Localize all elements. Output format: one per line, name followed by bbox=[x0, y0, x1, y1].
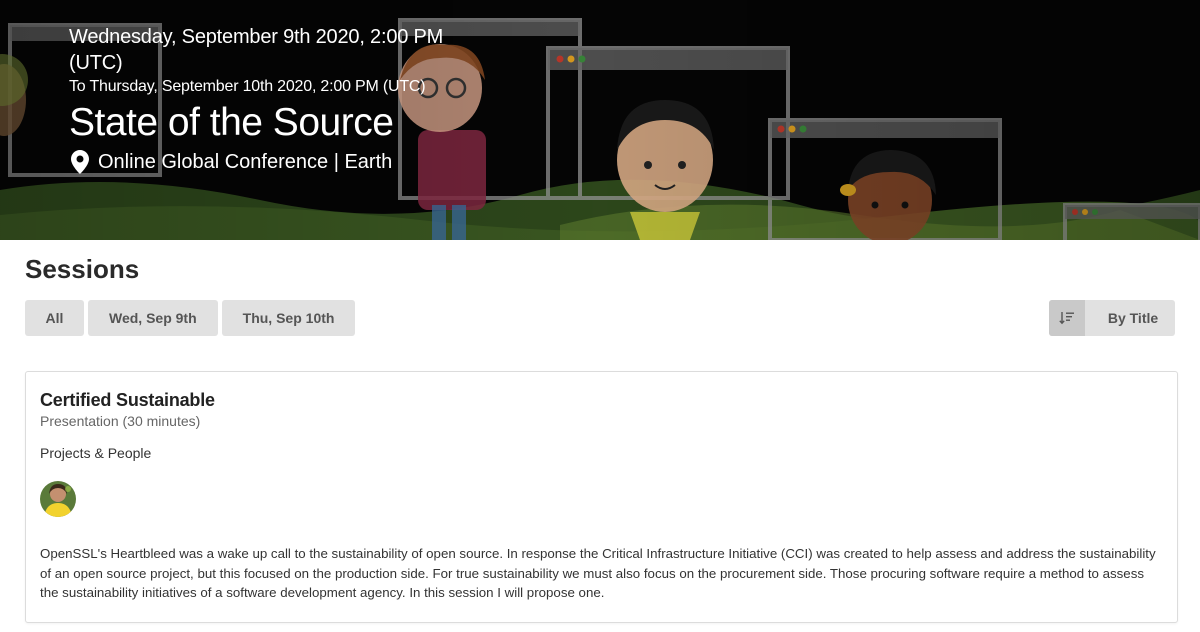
map-pin-icon bbox=[71, 150, 89, 174]
sort-by-title-button[interactable]: By Title bbox=[1049, 300, 1175, 336]
session-title[interactable]: Certified Sustainable bbox=[40, 390, 215, 411]
speaker-photo bbox=[40, 481, 76, 517]
session-track: Projects & People bbox=[40, 445, 152, 461]
filter-thu-sep-10-button[interactable]: Thu, Sep 10th bbox=[221, 300, 356, 336]
session-type: Presentation (30 minutes) bbox=[40, 413, 201, 429]
day-filter-group: All Wed, Sep 9th Thu, Sep 10th bbox=[25, 300, 356, 336]
sort-icon bbox=[1059, 312, 1074, 325]
speaker-avatar[interactable] bbox=[40, 481, 76, 517]
sort-label: By Title bbox=[1107, 310, 1159, 326]
event-banner: Wednesday, September 9th 2020, 2:00 PM (… bbox=[0, 0, 1200, 240]
event-title: State of the Source bbox=[69, 101, 394, 144]
event-end-date: To Thursday, September 10th 2020, 2:00 P… bbox=[69, 78, 426, 95]
session-card[interactable]: Certified Sustainable Presentation (30 m… bbox=[25, 371, 1178, 623]
event-location-text: Online Global Conference | Earth bbox=[98, 151, 393, 173]
sort-icon-container bbox=[1049, 300, 1085, 336]
event-info: Wednesday, September 9th 2020, 2:00 PM (… bbox=[69, 24, 489, 176]
filter-all-button[interactable]: All bbox=[25, 300, 84, 336]
session-description: OpenSSL's Heartbleed was a wake up call … bbox=[40, 546, 1156, 600]
event-location: Online Global Conference | Earth bbox=[69, 148, 489, 176]
sessions-heading: Sessions bbox=[25, 254, 140, 284]
filter-wed-sep-9-button[interactable]: Wed, Sep 9th bbox=[88, 300, 218, 336]
event-start-date: Wednesday, September 9th 2020, 2:00 PM (… bbox=[69, 26, 444, 74]
